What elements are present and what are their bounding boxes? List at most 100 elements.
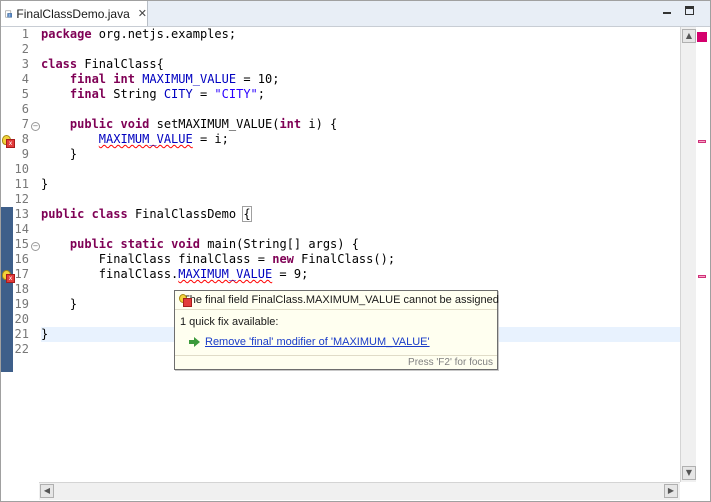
error-field-reference[interactable]: MAXIMUM_VALUE	[99, 132, 193, 146]
code-line: package org.netjs.examples;	[41, 27, 681, 42]
code-text: = i;	[192, 132, 229, 146]
line-number: 1	[21, 27, 29, 41]
fold-toggle-icon[interactable]: −	[31, 242, 40, 251]
line-number: 8	[21, 132, 29, 146]
minimize-icon[interactable]	[661, 6, 673, 18]
popup-footer: Press 'F2' for focus	[175, 355, 497, 370]
overview-ruler	[696, 27, 710, 482]
line-number: 18	[14, 282, 29, 296]
keyword: public	[69, 237, 114, 251]
code-text: ;	[257, 87, 266, 101]
horizontal-scrollbar[interactable]: ◀ ▶	[39, 482, 680, 500]
quick-fix-link[interactable]: Remove 'final' modifier of 'MAXIMUM_VALU…	[189, 336, 430, 348]
code-line: public static void main(String[] args) {	[41, 237, 681, 252]
keyword: final	[69, 87, 107, 101]
scroll-left-icon[interactable]: ◀	[40, 484, 54, 498]
code-line: public class FinalClassDemo {	[41, 206, 681, 222]
error-message: The final field FinalClass.MAXIMUM_VALUE…	[183, 294, 499, 306]
keyword: void	[120, 117, 150, 131]
line-number: 22	[14, 342, 29, 356]
code-text: =	[250, 252, 273, 266]
code-line: FinalClass finalClass = new FinalClass()…	[41, 252, 681, 267]
line-number: 17	[14, 267, 29, 281]
error-field-reference[interactable]: MAXIMUM_VALUE	[178, 267, 272, 281]
fix-arrow-icon	[189, 337, 200, 347]
line-number: 20	[14, 312, 29, 326]
fold-toggle-icon[interactable]: −	[31, 122, 40, 131]
line-number: 15	[14, 237, 29, 251]
editor-window: J FinalClassDemo.java ✕ x x − − 1 2 3 4 …	[0, 0, 711, 502]
scroll-down-icon[interactable]: ▼	[682, 466, 696, 480]
focus-hint: Press 'F2' for focus	[408, 357, 493, 368]
line-number: 21	[14, 327, 29, 341]
string-literal: "CITY"	[214, 87, 258, 101]
code-text: org.netjs.examples;	[91, 27, 237, 41]
code-text: String	[106, 87, 164, 101]
line-number: 19	[14, 297, 29, 311]
keyword: static	[120, 237, 164, 251]
keyword: void	[171, 237, 200, 251]
tab-title: FinalClassDemo.java	[16, 6, 130, 21]
keyword: final	[69, 72, 107, 86]
keyword: public	[41, 207, 85, 221]
error-ruler-marker[interactable]	[698, 275, 706, 278]
code-line: finalClass.MAXIMUM_VALUE = 9;	[41, 267, 681, 282]
code-text: FinalClassDemo	[127, 207, 244, 221]
maximize-icon[interactable]	[685, 6, 694, 15]
quick-fix-popup: The final field FinalClass.MAXIMUM_VALUE…	[174, 290, 499, 370]
code-line: MAXIMUM_VALUE = i;	[41, 132, 681, 147]
line-number: 12	[14, 192, 29, 206]
code-line: class FinalClass{	[41, 57, 681, 72]
close-icon[interactable]: ✕	[138, 7, 147, 20]
java-file-icon: J	[5, 10, 13, 17]
keyword: class	[41, 57, 78, 71]
code-text: main(String[] args) {	[200, 237, 359, 251]
code-line: final String CITY = "CITY";	[41, 87, 681, 102]
code-text: = 10;	[236, 72, 280, 86]
editor-tab[interactable]: J FinalClassDemo.java ✕	[1, 1, 148, 26]
keyword: class	[91, 207, 128, 221]
code-text: FinalClass();	[293, 252, 396, 266]
variable-name: finalClass	[178, 252, 251, 266]
editor-tab-bar: J FinalClassDemo.java ✕	[1, 1, 710, 27]
line-number: 6	[21, 102, 29, 116]
line-number: 7	[21, 117, 29, 131]
scroll-up-icon[interactable]: ▲	[682, 29, 696, 43]
code-line: final int MAXIMUM_VALUE = 10;	[41, 72, 681, 87]
code-line: public void setMAXIMUM_VALUE(int i) {	[41, 117, 681, 132]
keyword: int	[279, 117, 302, 131]
line-number: 13	[14, 207, 29, 221]
scroll-right-icon[interactable]: ▶	[664, 484, 678, 498]
code-line: }	[41, 177, 49, 191]
keyword: new	[272, 252, 294, 266]
code-text: FinalClass	[98, 252, 179, 266]
keyword: int	[113, 72, 135, 86]
field-name: MAXIMUM_VALUE	[142, 72, 237, 86]
line-numbers: 1 2 3 4 5 6 7 8 9 10 11 12 13 14 15 16 1…	[1, 27, 29, 357]
keyword: public	[69, 117, 114, 131]
code-line: }	[41, 147, 78, 161]
matching-bracket: {	[242, 206, 252, 222]
vertical-scrollbar[interactable]: ▲ ▼	[680, 27, 697, 482]
error-summary-icon[interactable]	[697, 32, 707, 42]
quick-fix-count: 1 quick fix available:	[180, 316, 279, 328]
line-number: 14	[14, 222, 29, 236]
code-text: setMAXIMUM_VALUE(	[149, 117, 280, 131]
line-number: 5	[21, 87, 29, 101]
line-number: 16	[14, 252, 29, 266]
error-ruler-marker[interactable]	[698, 140, 706, 143]
quick-fix-label[interactable]: Remove 'final' modifier of 'MAXIMUM_VALU…	[205, 336, 430, 348]
code-text: =	[192, 87, 215, 101]
